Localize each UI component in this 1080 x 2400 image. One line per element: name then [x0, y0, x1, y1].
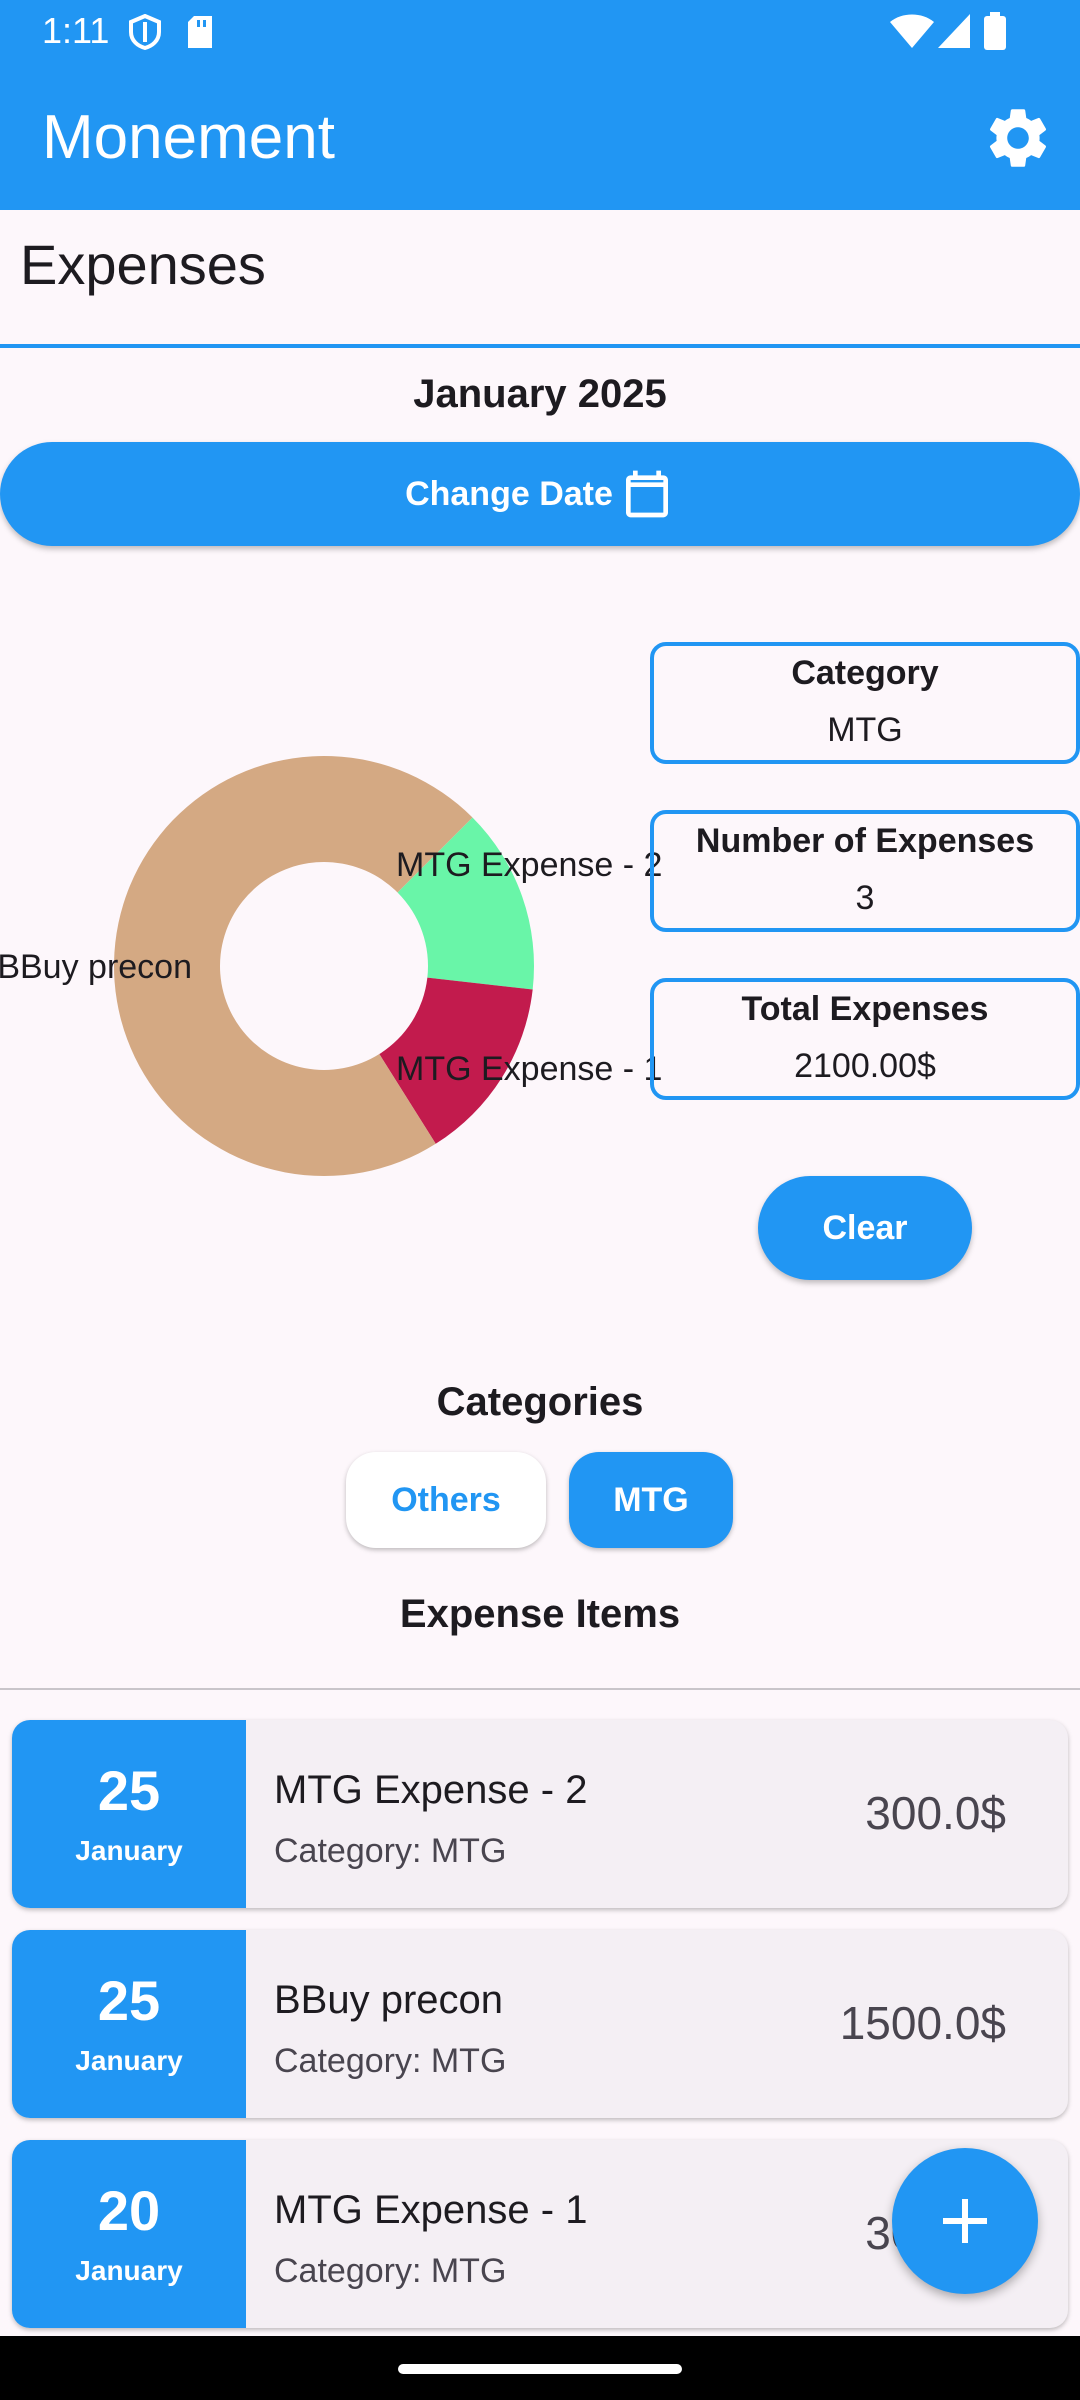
category-chip-others[interactable]: Others: [346, 1452, 546, 1548]
total-expenses-box: Total Expenses 2100.00$: [650, 978, 1080, 1100]
expense-items-title: Expense Items: [399, 1592, 681, 1636]
status-bar: 1:11: [0, 0, 1080, 64]
change-date-button[interactable]: Change Date: [0, 442, 1080, 546]
expense-category: Category: MTG: [274, 2042, 507, 2080]
expense-card[interactable]: 25 January BBuy precon Category: MTG 150…: [12, 1930, 1068, 2118]
expense-donut-chart: MTG Expense - 2 MTG Expense - 1 BBuy preco…: [0, 756, 662, 1176]
gear-icon: [989, 109, 1047, 167]
sd-card-icon: [188, 16, 212, 48]
section-title: Expenses: [20, 233, 266, 296]
expense-category: Category: MTG: [274, 2252, 507, 2290]
expense-items-divider: [0, 1688, 1080, 1690]
donut-slice-label: MTG Expense - 2: [396, 846, 662, 884]
battery-icon: [984, 12, 1006, 50]
category-chip-mtg[interactable]: MTG: [569, 1452, 733, 1548]
expense-category: Category: MTG: [274, 1832, 507, 1870]
expense-name: MTG Expense - 2: [274, 1768, 588, 1812]
section-divider: [0, 344, 1080, 348]
expense-name: MTG Expense - 1: [274, 2188, 588, 2232]
app-title: Monement: [42, 103, 335, 172]
add-expense-button[interactable]: [892, 2148, 1038, 2294]
wifi-icon: [890, 14, 934, 48]
change-date-label: Change Date: [405, 474, 613, 513]
month-label: January 2025: [413, 372, 667, 416]
category-info-box: Category MTG: [650, 642, 1080, 764]
expense-count-value: 3: [855, 879, 875, 917]
shield-icon: [129, 14, 161, 50]
categories-title: Categories: [436, 1380, 644, 1424]
app-bar: Monement: [0, 64, 1080, 210]
category-info-label: Category: [791, 654, 939, 692]
expense-month: January: [75, 1835, 183, 1866]
expense-amount: 1500.0$: [839, 1997, 1006, 2049]
settings-button[interactable]: [982, 102, 1054, 174]
category-info-value: MTG: [827, 711, 903, 749]
expense-name: BBuy precon: [274, 1978, 504, 2022]
expense-date-badge: 25 January: [12, 1720, 246, 1908]
home-gesture-handle[interactable]: [398, 2364, 682, 2374]
donut-slice-label: BBuy precon: [0, 948, 192, 986]
expense-date-badge: 25 January: [12, 1930, 246, 2118]
donut-slice-label: MTG Expense - 1: [396, 1050, 662, 1088]
expense-count-label: Number of Expenses: [695, 822, 1035, 860]
expense-count-box: Number of Expenses 3: [650, 810, 1080, 932]
signal-icon: [938, 14, 970, 48]
expense-day: 20: [97, 2179, 161, 2242]
expense-day: 25: [97, 1759, 161, 1822]
clear-button[interactable]: Clear: [758, 1176, 972, 1280]
expense-date-badge: 20 January: [12, 2140, 246, 2328]
expense-card[interactable]: 25 January MTG Expense - 2 Category: MTG…: [12, 1720, 1068, 1908]
expense-month: January: [75, 2255, 183, 2286]
expense-month: January: [75, 2045, 183, 2076]
calendar-icon: [625, 470, 668, 518]
total-expenses-value: 2100.00$: [794, 1047, 936, 1085]
expense-day: 25: [97, 1969, 161, 2032]
total-expenses-label: Total Expenses: [741, 990, 989, 1028]
status-time: 1:11: [42, 10, 110, 51]
plus-icon: [943, 2199, 987, 2243]
expense-amount: 300.0$: [865, 1787, 1006, 1839]
